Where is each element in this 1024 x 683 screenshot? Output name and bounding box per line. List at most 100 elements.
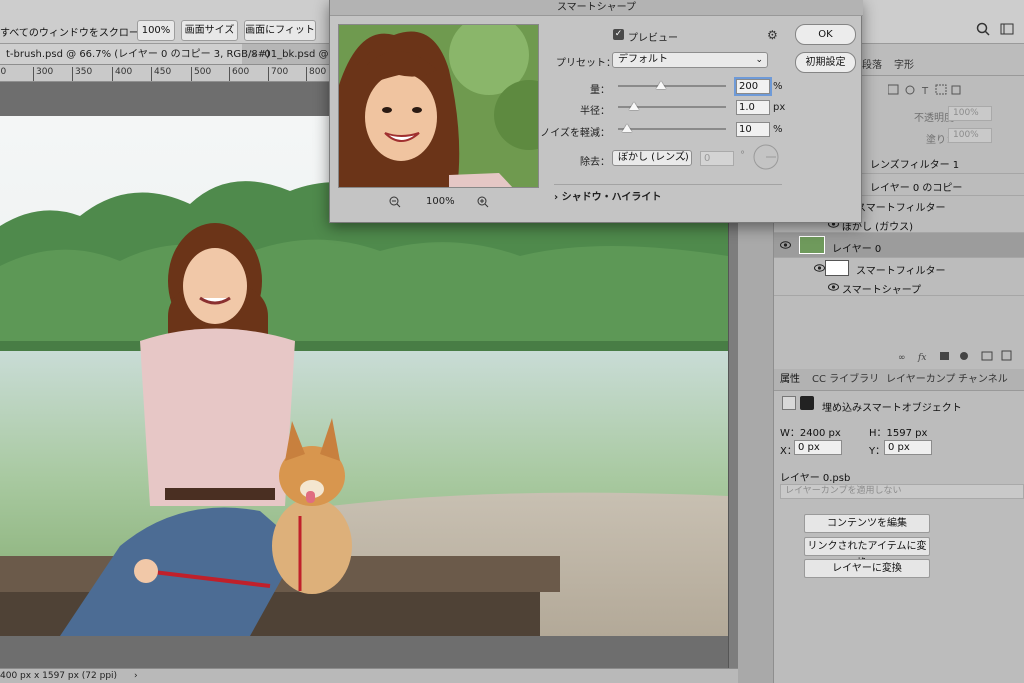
search-icon[interactable] (976, 22, 990, 36)
y-label: Y： (869, 446, 886, 457)
document-size: 400 px x 1597 px (72 ppi) (0, 671, 118, 681)
remove-label: 除去： (580, 157, 610, 168)
noise-label: ノイズを軽減： (540, 128, 610, 139)
amount-slider[interactable] (618, 81, 726, 89)
preview-zoom-level: 100% (426, 196, 455, 207)
ruler-tick: 700 (268, 67, 288, 81)
preset-value: デフォルト (618, 54, 668, 65)
radius-field[interactable]: 1.0 (736, 100, 770, 115)
fit-screen-button[interactable]: 画面サイズ (181, 20, 238, 41)
document-tab-brush[interactable]: t-brush.psd @ 66.7% (レイヤー 0 のコピー 3, RGB/… (0, 44, 270, 64)
noise-field[interactable]: 10 (736, 122, 770, 137)
edit-contents-button[interactable]: コンテンツを編集 (804, 514, 930, 533)
svg-text:fx: fx (917, 353, 926, 362)
document-tab-label: 01_bk.psd @ 6 (264, 49, 339, 60)
convert-to-layers-button[interactable]: レイヤーに変換 (804, 559, 930, 578)
document-tab-label: t-brush.psd @ 66.7% (レイヤー 0 のコピー 3, RGB/… (6, 49, 271, 60)
layer-thumbnail (799, 236, 825, 254)
gear-icon[interactable]: ⚙ (767, 28, 778, 42)
angle-field[interactable]: 0 (700, 151, 734, 166)
status-menu-arrow-icon[interactable]: › (134, 671, 138, 681)
ruler-tick: 500 (191, 67, 211, 81)
radius-slider[interactable] (618, 102, 726, 110)
angle-unit: ° (740, 150, 745, 161)
layer-name: レンズフィルター 1 (870, 160, 960, 171)
x-position-field[interactable]: 0 px (794, 440, 842, 455)
noise-slider[interactable] (618, 124, 726, 132)
close-icon[interactable]: × (250, 49, 258, 60)
ok-button[interactable]: OK (795, 24, 856, 45)
scroll-all-windows-checkbox[interactable]: すべてのウィンドウをスクロール (0, 24, 149, 39)
remove-select[interactable]: ぼかし (レンズ) ⌄ (612, 150, 692, 166)
layer-filter-type-icons[interactable]: T (887, 84, 998, 97)
convert-to-linked-button[interactable]: リンクされたアイテムに変換... (804, 537, 930, 569)
preview-label: プレビュー (628, 33, 678, 44)
width-readout: W：2400 px (780, 428, 841, 439)
ruler-tick: 800 (306, 67, 326, 81)
smart-object-icon (782, 396, 796, 410)
ruler-tick: 400 (112, 67, 132, 81)
smart-sharpen-dialog: スマートシャープ 100% ✓ プレビュー ⚙ OK 初期設定 プリセット： デ… (329, 0, 863, 223)
filter-row-smart-sharpen[interactable]: スマートシャープ (774, 278, 1024, 296)
status-bar: 400 px x 1597 px (72 ppi) › (0, 668, 738, 683)
visibility-eye-icon[interactable] (814, 264, 825, 272)
chevron-right-icon: › (554, 192, 559, 203)
chevron-down-icon: ⌄ (755, 55, 763, 65)
radius-slider-knob[interactable] (629, 102, 640, 110)
tab-layer-comps[interactable]: レイヤーカンプ (886, 370, 955, 390)
smart-filter-row[interactable]: スマートフィルター (774, 258, 1024, 278)
ruler-tick: 450 (151, 67, 171, 81)
filter-preview[interactable] (338, 24, 539, 188)
layer-filter-icons: T (887, 84, 998, 98)
layer-row-layer-0[interactable]: レイヤー 0 (774, 233, 1024, 258)
zoom-out-icon[interactable] (389, 196, 401, 208)
divider (554, 184, 782, 185)
y-position-field[interactable]: 0 px (884, 440, 932, 455)
preset-select[interactable]: デフォルト ⌄ (612, 52, 768, 68)
workspace-icon[interactable] (1000, 22, 1014, 36)
visibility-eye-icon[interactable] (780, 241, 791, 249)
shadow-highlight-section[interactable]: › シャドウ・ハイライト (554, 188, 661, 203)
ruler-tick: 300 (33, 67, 53, 81)
layer-comp-select[interactable]: レイヤーカンプを適用しない (780, 484, 1024, 499)
layer-name: スマートフィルター (856, 266, 946, 277)
preview-image (339, 25, 538, 187)
chevron-down-icon: ⌄ (679, 153, 687, 163)
layer-name: スマートシャープ (842, 285, 922, 296)
angle-dial[interactable] (752, 143, 780, 171)
opacity-field[interactable]: 100% (948, 106, 992, 121)
ruler-tick: 600 (229, 67, 249, 81)
layer-name: レイヤー 0 のコピー (870, 183, 963, 194)
preset-label: プリセット： (556, 58, 616, 69)
layer-name: レイヤー 0 (832, 244, 882, 255)
filter-mask-thumbnail[interactable] (825, 260, 849, 276)
tab-properties[interactable]: 属性 (780, 370, 800, 390)
amount-unit: % (773, 81, 783, 92)
smart-object-type: 埋め込みスマートオブジェクト (822, 403, 962, 414)
tab-channels[interactable]: チャンネル (958, 370, 1008, 390)
scroll-all-label: すべてのウィンドウをスクロール (0, 28, 149, 39)
mask-icon[interactable] (800, 396, 814, 410)
shadow-highlight-label: シャドウ・ハイライト (561, 192, 662, 203)
fill-screen-button[interactable]: 画面にフィット (244, 20, 316, 41)
remove-value: ぼかし (レンズ) (618, 152, 689, 163)
svg-text:T: T (921, 86, 929, 96)
reset-defaults-button[interactable]: 初期設定 (795, 52, 856, 73)
noise-unit: % (773, 124, 783, 135)
tab-glyphs[interactable]: 字形 (894, 56, 914, 76)
layers-footer-icons[interactable]: ∞ fx (898, 350, 1024, 362)
text-panel-tabs: 段落 字形 (862, 56, 1024, 76)
height-readout: H：1597 px (869, 428, 928, 439)
preview-checkbox[interactable]: ✓ (613, 29, 624, 40)
tab-paragraph[interactable]: 段落 (862, 56, 882, 76)
visibility-eye-icon[interactable] (828, 283, 839, 291)
amount-slider-knob[interactable] (656, 81, 667, 89)
radius-label: 半径： (580, 106, 610, 117)
tab-cc-libraries[interactable]: CC ライブラリ (812, 370, 879, 390)
zoom-100-button[interactable]: 100% (137, 20, 175, 41)
linked-file-name: レイヤー 0.psb (780, 473, 851, 484)
fill-field[interactable]: 100% (948, 128, 992, 143)
noise-slider-knob[interactable] (621, 124, 632, 132)
amount-field[interactable]: 200 (734, 77, 772, 96)
zoom-in-icon[interactable] (477, 196, 489, 208)
